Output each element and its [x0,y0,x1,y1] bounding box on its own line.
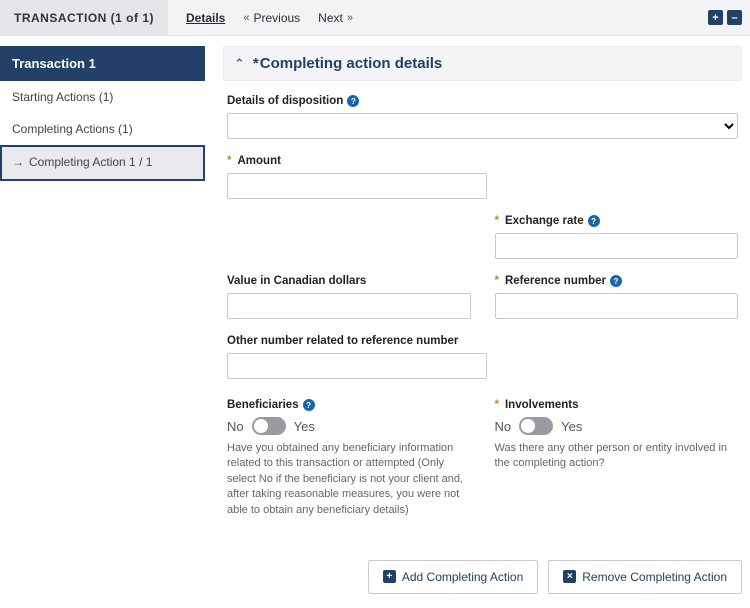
expand-icon[interactable]: + [708,10,723,25]
chevron-left-icon: « [243,12,249,24]
collapse-section-icon[interactable]: ⌃ [234,56,245,72]
other-number-input[interactable] [227,353,487,379]
sidebar-item-label: Completing Action 1 / 1 [29,155,152,171]
plus-icon: + [383,570,396,583]
cad-value-label: Value in Canadian dollars [227,275,366,287]
help-icon[interactable]: ? [303,399,315,411]
toggle-yes-label: Yes [294,419,315,434]
beneficiaries-helper: Have you obtained any beneficiary inform… [227,441,471,518]
collapse-icon[interactable]: – [727,10,742,25]
help-icon[interactable]: ? [588,215,600,227]
add-completing-action-button[interactable]: +Add Completing Action [368,560,538,594]
arrow-right-icon: → [12,155,24,171]
chevron-right-icon: » [347,12,353,24]
disposition-label: Details of disposition [227,95,343,107]
toggle-no-label: No [227,419,244,434]
help-icon[interactable]: ? [347,95,359,107]
other-number-label: Other number related to reference number [227,335,458,347]
section-title: *Completing action details [253,55,442,72]
sidebar-transaction-header[interactable]: Transaction 1 [0,46,205,81]
sidebar-item-starting-actions[interactable]: Starting Actions (1) [0,81,205,113]
reference-number-input[interactable] [495,293,739,319]
exchange-rate-input[interactable] [495,233,739,259]
disposition-select[interactable] [227,113,738,139]
toggle-yes-label: Yes [561,419,582,434]
involvements-label: Involvements [505,399,579,411]
amount-label: Amount [237,155,280,167]
toggle-no-label: No [495,419,512,434]
help-icon[interactable]: ? [610,275,622,287]
transaction-counter: TRANSACTION (1 of 1) [0,0,168,36]
reference-number-label: Reference number [505,275,606,287]
exchange-rate-label: Exchange rate [505,215,584,227]
sidebar-item-completing-action-1[interactable]: → Completing Action 1 / 1 [0,145,205,181]
beneficiaries-toggle[interactable] [252,417,286,435]
remove-completing-action-button[interactable]: ×Remove Completing Action [548,560,742,594]
remove-icon: × [563,570,576,583]
involvements-helper: Was there any other person or entity inv… [495,441,739,472]
previous-link[interactable]: «Previous [243,11,300,25]
details-link[interactable]: Details [186,11,225,25]
sidebar-item-completing-actions[interactable]: Completing Actions (1) [0,113,205,145]
next-link[interactable]: Next» [318,11,353,25]
involvements-toggle[interactable] [519,417,553,435]
amount-input[interactable] [227,173,487,199]
beneficiaries-label: Beneficiaries [227,399,299,411]
cad-value-input[interactable] [227,293,471,319]
